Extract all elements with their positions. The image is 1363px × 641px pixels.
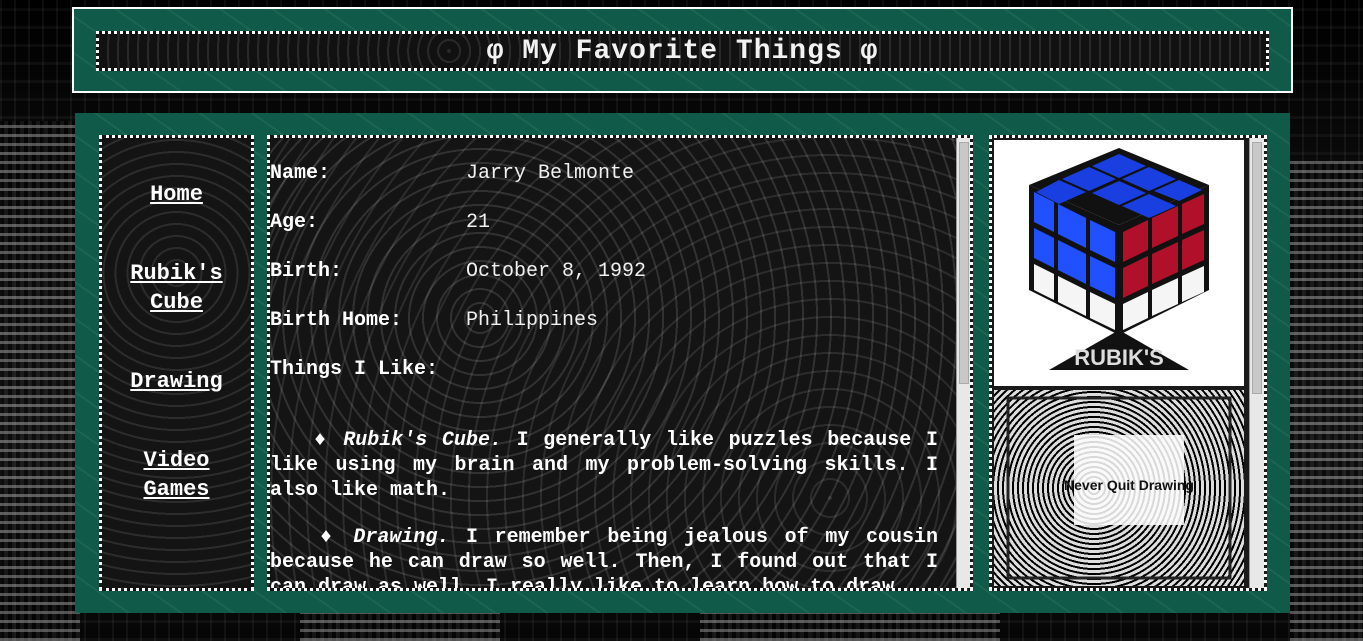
- like-item-drawing: ♦ Drawing. I remember being jealous of m…: [270, 525, 938, 588]
- nav-item-rubiks-cube: Rubik's Cube: [102, 259, 251, 317]
- birth-value: October 8, 1992: [466, 260, 647, 283]
- nav-item-drawing: Drawing: [102, 367, 251, 396]
- age-value: 21: [466, 211, 491, 234]
- age-label: Age:: [270, 211, 319, 234]
- gallery-scrollbar[interactable]: [1249, 138, 1264, 588]
- nav-link-rubiks-cube[interactable]: Rubik's Cube: [117, 259, 237, 317]
- nav-link-drawing[interactable]: Drawing: [102, 367, 251, 396]
- birth-label: Birth:: [270, 260, 343, 283]
- nav-link-home[interactable]: Home: [102, 180, 251, 209]
- birth-home-value: Philippines: [466, 309, 599, 332]
- svg-text:RUBIK'S: RUBIK'S: [1074, 345, 1164, 370]
- nav-link-video-games[interactable]: Video Games: [127, 446, 227, 504]
- never-quit-drawing-image: Never Quit Drawing: [994, 390, 1244, 586]
- name-label: Name:: [270, 162, 331, 185]
- page-title: φ My Favorite Things φ: [486, 35, 879, 67]
- rubiks-cube-image: RUBIK'S: [994, 140, 1244, 386]
- header-panel: φ My Favorite Things φ: [72, 7, 1293, 93]
- content-scrollbar[interactable]: [956, 138, 970, 588]
- profile-content[interactable]: Name: Jarry Belmonte Age: 21 Birth: Octo…: [267, 135, 973, 591]
- diamond-bullet-icon: ♦: [319, 526, 337, 549]
- nav-item-home: Home: [102, 180, 251, 209]
- scrollbar-thumb[interactable]: [1252, 142, 1262, 394]
- svg-text:Never Quit Drawing: Never Quit Drawing: [1064, 477, 1194, 493]
- like-title: Drawing.: [353, 526, 450, 549]
- diamond-bullet-icon: ♦: [313, 429, 329, 452]
- things-i-like-label: Things I Like:: [270, 358, 439, 381]
- header-title-box: φ My Favorite Things φ: [96, 31, 1269, 71]
- main-panel: Home Rubik's Cube Drawing Video Games Na…: [75, 113, 1290, 613]
- name-value: Jarry Belmonte: [466, 162, 635, 185]
- nav-item-video-games: Video Games: [102, 446, 251, 504]
- image-gallery[interactable]: RUBIK'S Never Quit Drawing: [989, 135, 1267, 591]
- like-item-rubiks-cube: ♦ Rubik's Cube. I generally like puzzles…: [270, 428, 938, 503]
- sidebar-nav: Home Rubik's Cube Drawing Video Games: [99, 135, 254, 591]
- like-title: Rubik's Cube.: [343, 429, 502, 452]
- scrollbar-thumb[interactable]: [959, 142, 969, 384]
- birth-home-label: Birth Home:: [270, 309, 403, 332]
